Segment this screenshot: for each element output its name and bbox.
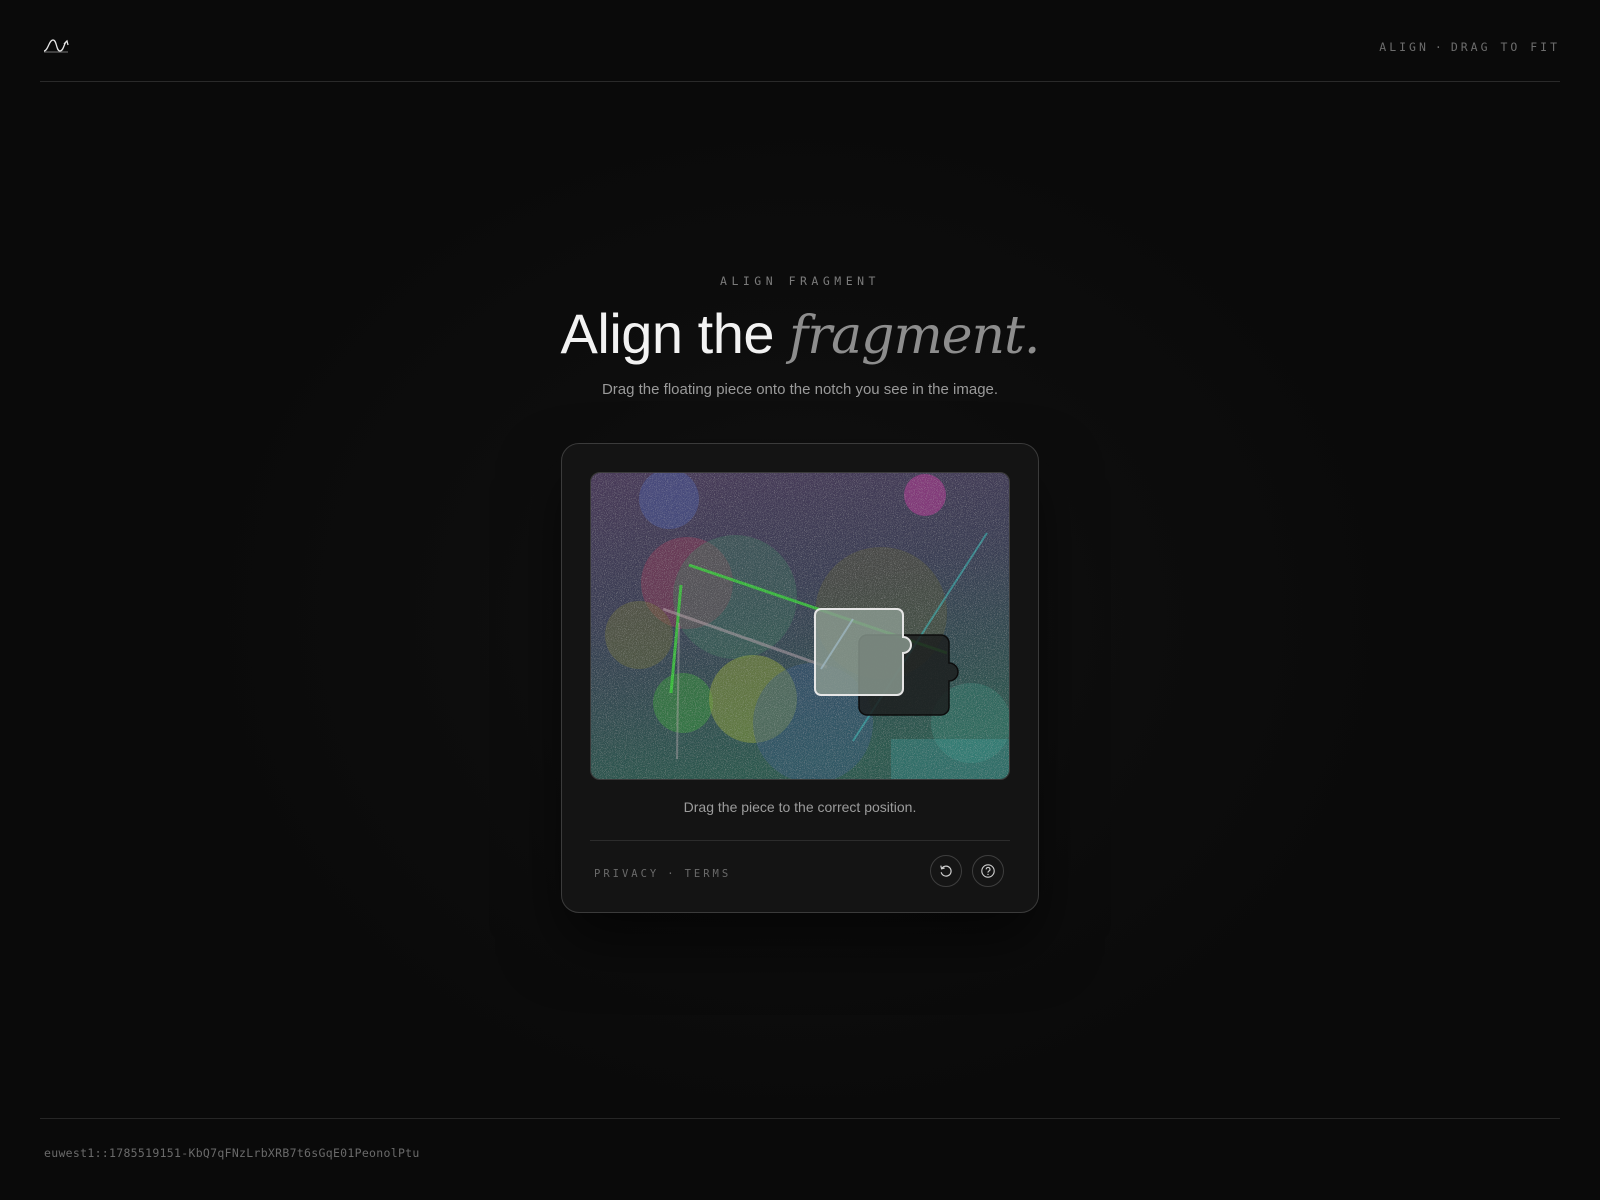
- card-divider: [590, 840, 1010, 841]
- page-subtitle: Drag the floating piece onto the notch y…: [601, 381, 999, 398]
- puzzle-image: [591, 473, 1009, 779]
- puzzle-piece[interactable]: [814, 608, 912, 696]
- puzzle-canvas[interactable]: [590, 472, 1010, 780]
- terms-link[interactable]: TERMS: [685, 868, 732, 880]
- help-button[interactable]: [972, 855, 1004, 887]
- eyebrow-label: ALIGN FRAGMENT: [720, 274, 880, 288]
- captcha-links: PRIVACY · TERMS: [594, 868, 731, 880]
- status-separator: ·: [1434, 40, 1445, 54]
- title-emphasis: fragment.: [789, 306, 1040, 366]
- refresh-button[interactable]: [930, 855, 962, 887]
- captcha-card: Drag the piece to the correct position. …: [561, 443, 1039, 913]
- status-drag-to-fit: DRAG TO FIT: [1450, 40, 1560, 54]
- page-title: Align the fragment.: [0, 300, 1600, 370]
- status-align: ALIGN: [1379, 40, 1429, 54]
- header-status: ALIGN · DRAG TO FIT: [1379, 40, 1560, 54]
- page-footer-divider: [40, 1118, 1560, 1119]
- title-plain: Align the: [560, 302, 790, 365]
- session-id: euwest1::1785519151-KbQ7qFNzLrbXRB7t6sGq…: [44, 1146, 420, 1160]
- site-header: ALIGN · DRAG TO FIT: [40, 0, 1560, 82]
- help-circle-icon: [981, 864, 995, 878]
- links-separator: ·: [667, 868, 677, 880]
- refresh-icon: [940, 865, 952, 877]
- captcha-hint: Drag the piece to the correct position.: [683, 799, 917, 815]
- wave-logo-icon[interactable]: [43, 36, 69, 56]
- privacy-link[interactable]: PRIVACY: [594, 868, 659, 880]
